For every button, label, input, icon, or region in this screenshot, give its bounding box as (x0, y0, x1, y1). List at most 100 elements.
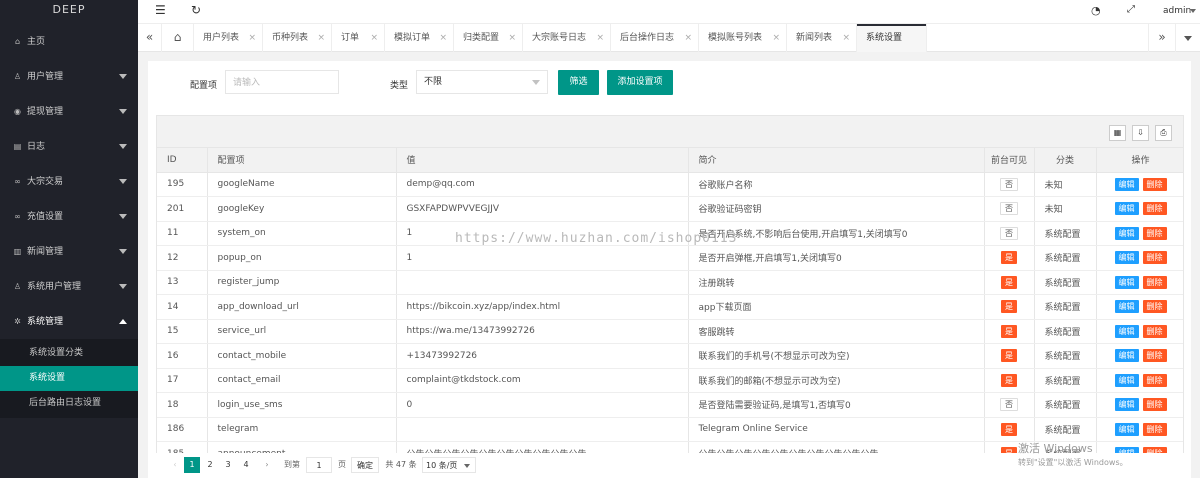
delete-button[interactable]: 删除 (1142, 300, 1167, 314)
total-count: 共 47 条 (385, 460, 417, 469)
next-page-icon[interactable]: › (260, 457, 274, 473)
visible-badge[interactable]: 是 (1001, 349, 1017, 363)
edit-button[interactable]: 编辑 (1114, 373, 1139, 387)
sidebar-subitem[interactable]: 系统设置分类 (0, 341, 138, 366)
menu-toggle-icon[interactable]: ☰ (155, 3, 166, 17)
cell-desc: 谷歌验证码密钥 (688, 196, 985, 222)
tab-item[interactable]: 归类配置 × (454, 24, 523, 52)
sidebar-subitem[interactable]: 后台路由日志设置 (0, 391, 138, 416)
delete-button[interactable]: 删除 (1142, 373, 1167, 387)
tabs-scroll-left-icon[interactable]: « (138, 24, 162, 52)
edit-button[interactable]: 编辑 (1114, 177, 1139, 191)
close-icon[interactable]: × (370, 24, 378, 52)
export-icon[interactable]: ⇩ (1132, 125, 1149, 141)
visible-badge[interactable]: 否 (1000, 398, 1018, 412)
visible-badge[interactable]: 是 (1001, 300, 1017, 314)
edit-button[interactable]: 编辑 (1114, 226, 1139, 240)
user-name[interactable]: admin (1163, 6, 1191, 16)
theme-icon[interactable]: ◔ (1091, 4, 1101, 17)
filter-button[interactable]: 筛选 (558, 70, 599, 95)
edit-button[interactable]: 编辑 (1114, 422, 1139, 436)
goto-page-input[interactable]: 1 (306, 457, 332, 473)
visible-badge[interactable]: 否 (1000, 226, 1018, 240)
tab-item[interactable]: 后台操作日志 × (611, 24, 699, 52)
close-icon[interactable]: × (684, 24, 692, 52)
delete-button[interactable]: 删除 (1142, 226, 1167, 240)
edit-button[interactable]: 编辑 (1114, 349, 1139, 363)
tabs-scroll-right-icon[interactable]: » (1148, 24, 1175, 52)
edit-button[interactable]: 编辑 (1114, 300, 1139, 314)
page-number[interactable]: 2 (202, 457, 218, 473)
visible-badge[interactable]: 是 (1001, 373, 1017, 387)
sidebar-item-home[interactable]: ⌂ 主页 (0, 24, 138, 59)
user-dropdown-icon[interactable] (1190, 9, 1196, 13)
edit-button[interactable]: 编辑 (1114, 202, 1139, 216)
goto-confirm-button[interactable]: 确定 (351, 457, 379, 473)
edit-button[interactable]: 编辑 (1114, 398, 1139, 412)
sidebar-item-admin-user[interactable]: ♙ 系统用户管理 (0, 269, 138, 304)
visible-badge[interactable]: 是 (1001, 422, 1017, 436)
delete-button[interactable]: 删除 (1142, 349, 1167, 363)
close-icon[interactable]: × (842, 24, 850, 52)
page-number[interactable]: 1 (184, 457, 200, 473)
close-icon[interactable]: × (439, 24, 447, 52)
tab-item[interactable]: 模拟订单 × (385, 24, 454, 52)
tab-home-icon[interactable]: ⌂ (162, 24, 194, 52)
column-header[interactable]: 值 (396, 148, 689, 173)
tabs-menu-icon[interactable] (1175, 24, 1200, 52)
close-icon[interactable]: × (596, 24, 604, 52)
close-icon[interactable]: × (248, 24, 256, 52)
visible-badge[interactable]: 否 (1000, 177, 1018, 191)
refresh-icon[interactable]: ↻ (191, 3, 201, 17)
delete-button[interactable]: 删除 (1142, 398, 1167, 412)
page-number[interactable]: 4 (238, 457, 254, 473)
sidebar-item-recharge[interactable]: ∞ 充值设置 (0, 199, 138, 234)
tab-item[interactable]: 系统设置 (857, 24, 927, 52)
fullscreen-icon[interactable]: ⤢ (1127, 4, 1135, 15)
tab-item[interactable]: 大宗账号日志 × (523, 24, 611, 52)
type-select[interactable]: 不限 (416, 70, 548, 94)
columns-filter-icon[interactable]: ▦ (1109, 125, 1126, 141)
tab-item[interactable]: 订单 × (332, 24, 385, 52)
edit-button[interactable]: 编辑 (1114, 251, 1139, 265)
delete-button[interactable]: 删除 (1142, 275, 1167, 289)
sidebar-item-news[interactable]: ▥ 新闻管理 (0, 234, 138, 269)
edit-button[interactable]: 编辑 (1114, 324, 1139, 338)
column-header[interactable]: 分类 (1034, 148, 1097, 173)
page-size-select[interactable]: 10 条/页 (422, 457, 476, 473)
edit-button[interactable]: 编辑 (1114, 275, 1139, 289)
sidebar-item-exchange[interactable]: ∞ 大宗交易 (0, 164, 138, 199)
cell-desc: 是否登陆需要验证码,是填写1,否填写0 (688, 392, 985, 418)
print-icon[interactable]: ⎙ (1155, 125, 1172, 141)
close-icon[interactable]: × (317, 24, 325, 52)
tab-item[interactable]: 模拟账号列表 × (699, 24, 787, 52)
column-header[interactable]: ID (157, 148, 208, 173)
tab-item[interactable]: 新闻列表 × (787, 24, 857, 52)
tab-item[interactable]: 币种列表 × (263, 24, 332, 52)
column-header[interactable]: 简介 (688, 148, 985, 173)
delete-button[interactable]: 删除 (1142, 177, 1167, 191)
close-icon[interactable]: × (508, 24, 516, 52)
close-icon[interactable]: × (772, 24, 780, 52)
visible-badge[interactable]: 否 (1000, 202, 1018, 216)
page-number[interactable]: 3 (220, 457, 236, 473)
column-header[interactable]: 操作 (1096, 148, 1183, 173)
visible-badge[interactable]: 是 (1001, 251, 1017, 265)
add-setting-button[interactable]: 添加设置项 (607, 70, 673, 95)
tab-item[interactable]: 用户列表 × (194, 24, 263, 52)
delete-button[interactable]: 删除 (1142, 251, 1167, 265)
visible-badge[interactable]: 是 (1001, 324, 1017, 338)
delete-button[interactable]: 删除 (1142, 324, 1167, 338)
sidebar-item-withdraw[interactable]: ◉ 提现管理 (0, 94, 138, 129)
delete-button[interactable]: 删除 (1142, 422, 1167, 436)
sidebar-item-gear[interactable]: ✲ 系统管理 (0, 304, 138, 339)
delete-button[interactable]: 删除 (1142, 202, 1167, 216)
sidebar-item-user[interactable]: ♙ 用户管理 (0, 59, 138, 94)
visible-badge[interactable]: 是 (1001, 275, 1017, 289)
column-header[interactable]: 配置项 (207, 148, 397, 173)
sidebar-item-log[interactable]: ▤ 日志 (0, 129, 138, 164)
config-key-input[interactable] (225, 70, 339, 94)
sidebar-subitem[interactable]: 系统设置 (0, 366, 138, 391)
prev-page-icon[interactable]: ‹ (168, 457, 182, 473)
column-header[interactable]: 前台可见 (984, 148, 1035, 173)
